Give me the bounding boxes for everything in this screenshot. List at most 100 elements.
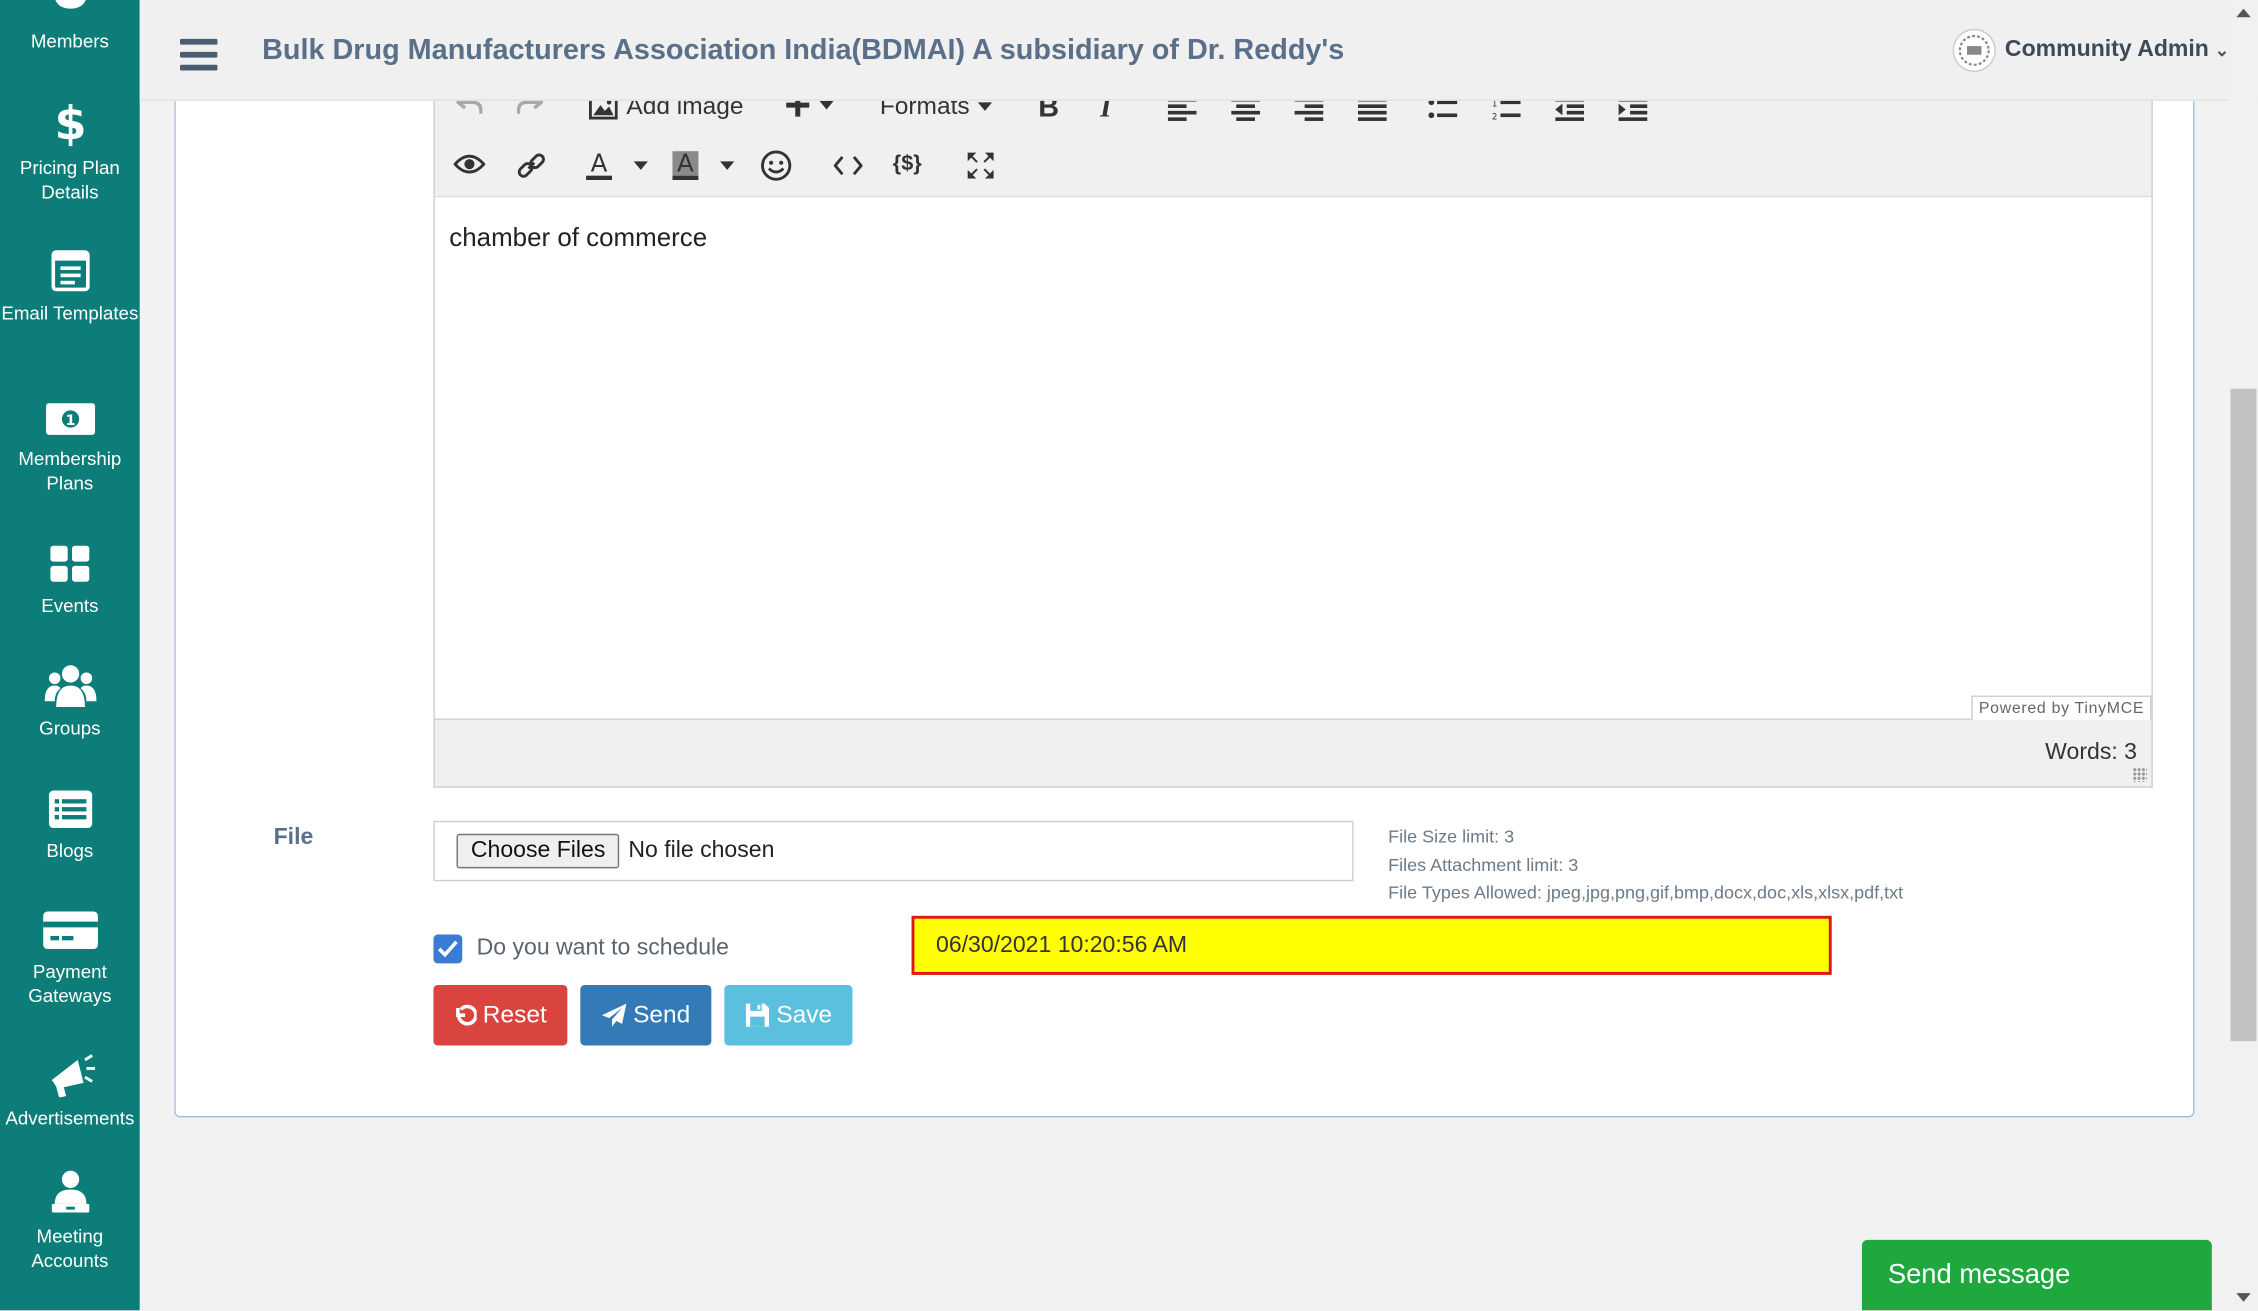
compose-panel: Add image Formats B I 1 2 A A {$} chambe…	[174, 92, 2195, 1118]
editor-toolbar-row-2: A A {$}	[435, 138, 2151, 193]
money-icon: 1	[45, 403, 95, 435]
sidebar-item-pricing-plan-details[interactable]: $ Pricing Plan Details	[0, 98, 140, 205]
sidebar-item-blogs[interactable]: Blogs	[0, 789, 140, 862]
text-color-icon: A	[586, 150, 612, 180]
file-status: No file chosen	[628, 838, 775, 863]
editor-resize-handle[interactable]	[2132, 767, 2148, 782]
editor-content: chamber of commerce	[449, 223, 708, 253]
user-laptop-icon	[51, 1170, 89, 1213]
sidebar: Members $ Pricing Plan Details Email Tem…	[0, 0, 140, 1311]
hamburger-menu-icon[interactable]	[180, 38, 218, 71]
save-label: Save	[776, 1000, 833, 1029]
file-input[interactable]: Choose Files No file chosen	[433, 820, 1354, 882]
sidebar-item-label: Groups	[39, 717, 101, 739]
schedule-label: Do you want to schedule	[476, 936, 729, 961]
svg-text:A: A	[591, 150, 608, 178]
bullhorn-icon	[51, 1054, 95, 1098]
file-size-limit: File Size limit: 3	[1388, 826, 1515, 847]
page-title: Bulk Drug Manufacturers Association Indi…	[262, 34, 1345, 67]
align-justify-icon[interactable]	[1357, 97, 1387, 121]
sidebar-item-members[interactable]: Members	[0, 0, 140, 53]
scrollbar-thumb[interactable]	[2230, 388, 2257, 1042]
paper-plane-icon	[601, 1003, 626, 1027]
align-right-icon[interactable]	[1294, 97, 1324, 121]
numbered-list-icon[interactable]: 12	[1492, 98, 1521, 121]
fullscreen-icon[interactable]	[966, 151, 995, 180]
outdent-icon[interactable]	[1555, 97, 1585, 121]
rich-text-editor: Add image Formats B I 1 2 A A {$} chambe…	[433, 92, 2153, 788]
file-attachment-limit: Files Attachment limit: 3	[1388, 854, 1579, 875]
text-color-button[interactable]: A	[585, 150, 648, 182]
background-color-button[interactable]: A	[671, 150, 735, 182]
emoticon-icon[interactable]	[760, 150, 792, 182]
svg-text:1: 1	[65, 413, 75, 429]
sidebar-item-events[interactable]: Events	[0, 544, 140, 617]
sidebar-item-groups[interactable]: Groups	[0, 664, 140, 740]
undo-icon	[456, 1004, 478, 1026]
sidebar-item-label: Events	[41, 594, 99, 617]
reset-label: Reset	[482, 1000, 547, 1029]
editor-content-area[interactable]: chamber of commerce Powered by TinyMCE	[434, 195, 2152, 720]
sidebar-item-label: Pricing Plan Details	[19, 156, 120, 204]
link-icon[interactable]	[517, 151, 546, 180]
bullet-list-icon[interactable]	[1428, 98, 1458, 121]
file-types-allowed: File Types Allowed: jpeg,jpg,png,gif,bmp…	[1388, 882, 1904, 903]
send-button[interactable]: Send	[580, 984, 712, 1046]
send-message-button[interactable]: Send message	[1861, 1239, 2212, 1311]
sidebar-item-label: Blogs	[46, 839, 94, 862]
schedule-datetime-input[interactable]: 06/30/2021 10:20:56 AM	[911, 915, 1832, 975]
list-icon	[48, 790, 92, 829]
checkmark-icon	[437, 940, 458, 958]
page-scrollbar[interactable]	[2229, 0, 2258, 1311]
caret-down-icon	[720, 161, 735, 170]
svg-text:1: 1	[1492, 100, 1498, 110]
scroll-down-arrow-icon[interactable]	[2236, 1293, 2251, 1302]
sidebar-item-label: Meeting Accounts	[31, 1225, 109, 1272]
sidebar-item-advertisements[interactable]: Advertisements	[0, 1054, 140, 1130]
sidebar-item-label: Payment Gateways	[28, 960, 112, 1007]
choose-files-button[interactable]: Choose Files	[456, 833, 620, 869]
background-color-icon: A	[672, 150, 699, 180]
indent-icon[interactable]	[1618, 97, 1648, 121]
preview-eye-icon[interactable]	[453, 154, 486, 174]
svg-text:2: 2	[1492, 113, 1498, 121]
send-label: Send	[633, 1000, 691, 1029]
users-icon	[43, 665, 96, 708]
email-template-icon	[50, 250, 89, 292]
sidebar-item-label: Email Templates	[1, 302, 139, 324]
sidebar-item-label: Membership Plans	[18, 447, 122, 494]
word-count: Words: 3	[2045, 740, 2137, 765]
member-icon	[54, 0, 85, 9]
save-button[interactable]: Save	[724, 984, 853, 1046]
template-variable-icon[interactable]: {$}	[893, 151, 922, 175]
schedule-checkbox[interactable]	[433, 934, 463, 964]
sidebar-item-membership-plans[interactable]: 1 Membership Plans	[0, 400, 140, 495]
align-center-icon[interactable]	[1231, 97, 1260, 121]
scroll-up-arrow-icon[interactable]	[2236, 8, 2251, 18]
user-menu[interactable]: Community Admin ⌄	[1953, 28, 2230, 72]
svg-text:A: A	[677, 150, 694, 178]
user-name: Community Admin	[2004, 37, 2209, 62]
credit-card-icon	[42, 911, 98, 949]
dollar-icon: $	[54, 98, 86, 147]
caret-down-icon	[819, 100, 834, 110]
sidebar-item-meeting-accounts[interactable]: Meeting Accounts	[0, 1169, 140, 1273]
avatar	[1953, 28, 1997, 72]
reset-button[interactable]: Reset	[433, 984, 568, 1046]
align-left-icon[interactable]	[1167, 97, 1197, 121]
sidebar-item-label: Advertisements	[5, 1107, 135, 1129]
code-icon[interactable]	[833, 156, 863, 176]
save-icon	[746, 1003, 770, 1027]
powered-by-tinymce[interactable]: Powered by TinyMCE	[1971, 695, 2152, 720]
caret-down-icon	[633, 161, 648, 170]
grid-icon	[49, 545, 89, 582]
sidebar-item-label: Members	[30, 30, 109, 52]
file-label: File	[273, 825, 314, 850]
file-info: File Size limit: 3 Files Attachment limi…	[1388, 824, 1903, 908]
sidebar-item-payment-gateways[interactable]: Payment Gateways	[0, 910, 140, 1008]
caret-down-icon	[978, 102, 993, 111]
top-header: Bulk Drug Manufacturers Association Indi…	[139, 0, 2258, 101]
svg-text:$: $	[54, 98, 86, 147]
chevron-down-icon: ⌄	[2214, 40, 2230, 61]
sidebar-item-email-templates[interactable]: Email Templates	[0, 249, 140, 325]
